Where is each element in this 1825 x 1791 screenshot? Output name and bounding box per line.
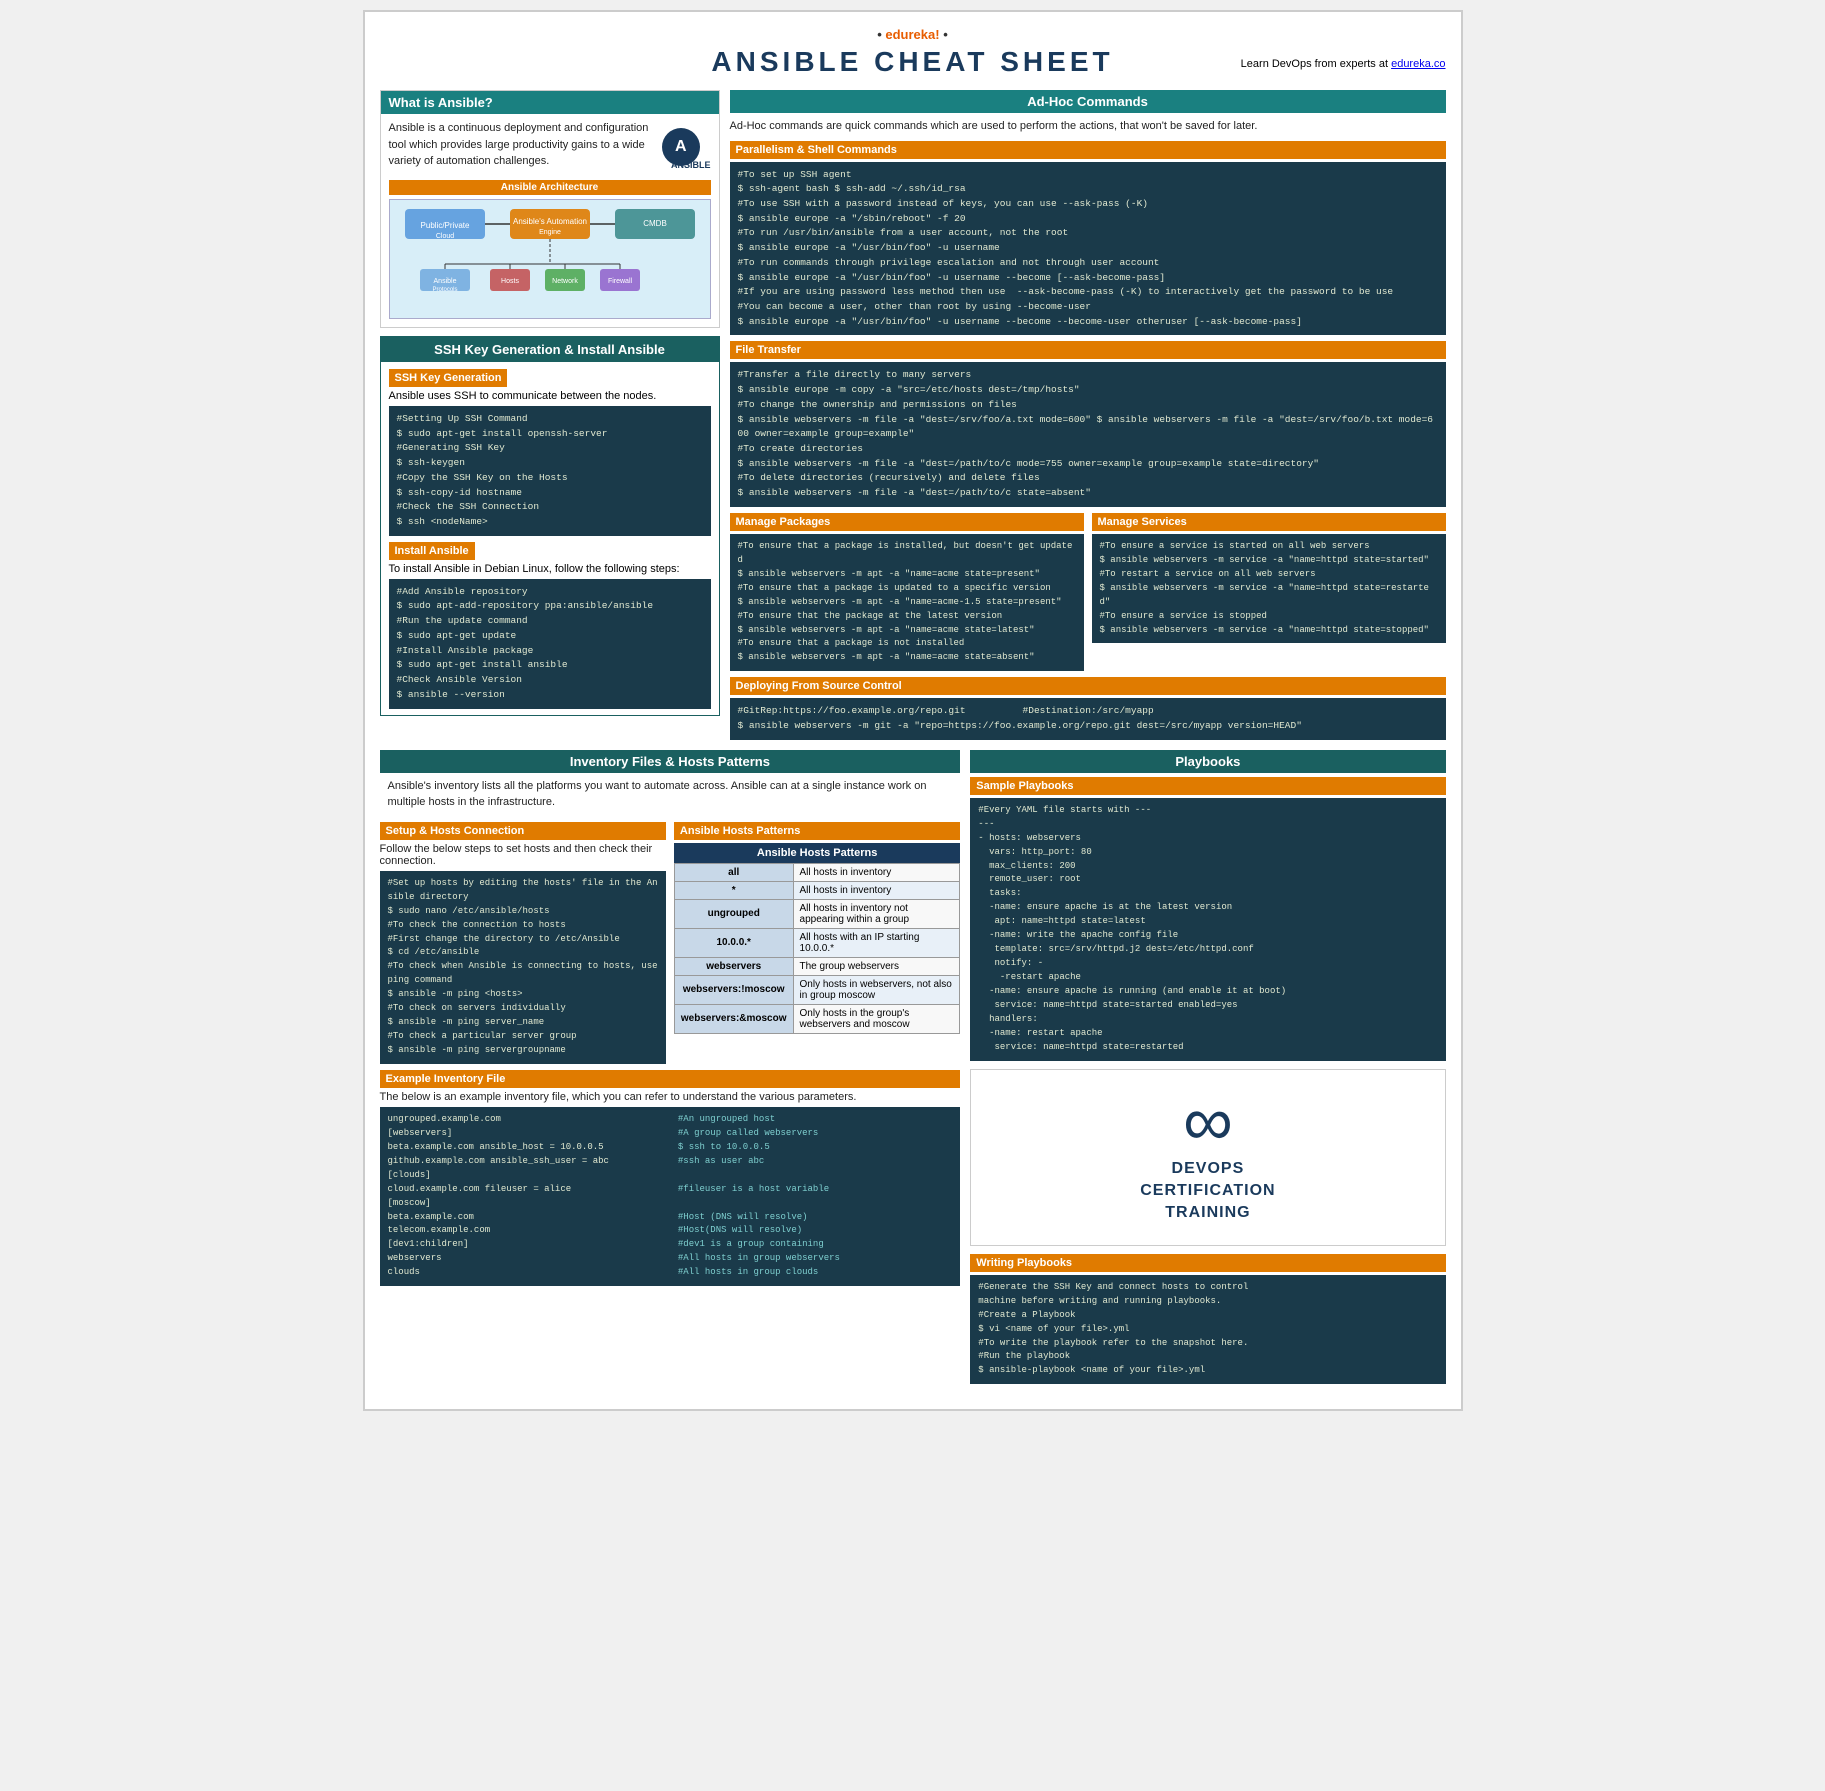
svg-text:Protocols: Protocols <box>432 287 457 293</box>
setup-desc: Follow the below steps to set hosts and … <box>380 840 666 871</box>
file-transfer-header: File Transfer <box>730 341 1446 359</box>
parallelism-code: #To set up SSH agent $ ssh-agent bash $ … <box>730 162 1446 336</box>
svg-text:Hosts: Hosts <box>501 278 519 285</box>
site-link[interactable]: edureka.co <box>1391 58 1445 70</box>
install-code: #Add Ansible repository $ sudo apt-add-r… <box>389 579 711 709</box>
infinity-symbol: ∞ <box>1183 1090 1233 1153</box>
manage-pkg-header: Manage Packages <box>730 513 1084 531</box>
adhoc-header: Ad-Hoc Commands <box>730 90 1446 113</box>
pattern-cell: ungrouped <box>674 899 793 928</box>
desc-cell: All hosts in inventory not appearing wit… <box>793 899 960 928</box>
inventory-header: Inventory Files & Hosts Patterns <box>380 750 961 773</box>
desc-cell: All hosts in inventory <box>793 863 960 881</box>
table-row: webservers:&moscowOnly hosts in the grou… <box>674 1004 959 1033</box>
writing-playbooks: Writing Playbooks #Generate the SSH Key … <box>970 1254 1445 1385</box>
install-header: Install Ansible <box>389 542 475 560</box>
desc-cell: The group webservers <box>793 957 960 975</box>
example-inv-header: Example Inventory File <box>380 1070 961 1088</box>
svg-text:Ansible's Automation: Ansible's Automation <box>512 217 586 226</box>
ssh-gen-code: #Setting Up SSH Command $ sudo apt-get i… <box>389 406 711 536</box>
example-inv-section: Example Inventory File The below is an e… <box>380 1070 961 1286</box>
pattern-cell: 10.0.0.* <box>674 928 793 957</box>
ssh-gen-desc: Ansible uses SSH to communicate between … <box>389 390 711 402</box>
ansible-logo: A <box>662 128 700 166</box>
adhoc-desc: Ad-Hoc commands are quick commands which… <box>730 113 1446 141</box>
inv-right-code: #An ungrouped host #A group called webse… <box>670 1107 960 1286</box>
inv-left-code: ungrouped.example.com [webservers] beta.… <box>380 1107 670 1286</box>
pattern-cell: webservers <box>674 957 793 975</box>
example-inv-desc: The below is an example inventory file, … <box>380 1088 961 1107</box>
arch-header: Ansible Architecture <box>389 180 711 195</box>
example-inv-code: ungrouped.example.com [webservers] beta.… <box>380 1107 961 1286</box>
table-row: allAll hosts in inventory <box>674 863 959 881</box>
pattern-cell: all <box>674 863 793 881</box>
sample-pb-code: #Every YAML file starts with --- --- - h… <box>970 798 1445 1061</box>
brand-header: • edureka! • <box>380 27 1446 42</box>
file-transfer-code: #Transfer a file directly to many server… <box>730 362 1446 506</box>
setup-code: #Set up hosts by editing the hosts' file… <box>380 871 666 1064</box>
manage-svc-code: #To ensure a service is started on all w… <box>1092 534 1446 644</box>
ssh-gen-header: SSH Key Generation <box>389 369 508 387</box>
devops-cert-section: ∞ DEVOPS CERTIFICATION TRAINING <box>970 1069 1445 1246</box>
ssh-section-title: SSH Key Generation & Install Ansible <box>381 337 719 362</box>
hosts-patterns-table: Ansible Hosts Patterns allAll hosts in i… <box>674 843 960 1034</box>
deploy-header: Deploying From Source Control <box>730 677 1446 695</box>
setup-hosts-section: Setup & Hosts Connection Follow the belo… <box>380 822 666 1064</box>
ssh-inner: SSH Key Generation Ansible uses SSH to c… <box>381 362 719 715</box>
what-is-ansible-box: What is Ansible? Ansible is a continuous… <box>380 90 720 328</box>
inventory-section: Inventory Files & Hosts Patterns Ansible… <box>380 750 961 1385</box>
manage-services-col: Manage Services #To ensure a service is … <box>1092 513 1446 671</box>
architecture-diagram: Public/Private Cloud Ansible's Automatio… <box>389 199 711 319</box>
svg-text:Engine: Engine <box>539 229 561 236</box>
desc-cell: All hosts with an IP starting 10.0.0.* <box>793 928 960 957</box>
table-row: webservers:!moscowOnly hosts in webserve… <box>674 975 959 1004</box>
manage-svc-header: Manage Services <box>1092 513 1446 531</box>
hosts-patterns-section: Ansible Hosts Patterns Ansible Hosts Pat… <box>674 822 960 1064</box>
desc-cell: Only hosts in webservers, not also in gr… <box>793 975 960 1004</box>
sample-playbooks: Sample Playbooks #Every YAML file starts… <box>970 777 1445 1061</box>
desc-cell: Only hosts in the group's webservers and… <box>793 1004 960 1033</box>
cert-title: DEVOPS CERTIFICATION TRAINING <box>1140 1158 1275 1225</box>
manage-pkg-code: #To ensure that a package is installed, … <box>730 534 1084 671</box>
install-desc: To install Ansible in Debian Linux, foll… <box>389 563 711 575</box>
parallelism-header: Parallelism & Shell Commands <box>730 141 1446 159</box>
table-row: 10.0.0.*All hosts with an IP starting 10… <box>674 928 959 957</box>
brand-name: edureka! <box>885 27 939 42</box>
right-column: Ad-Hoc Commands Ad-Hoc commands are quic… <box>730 90 1446 740</box>
setup-hosts-header: Setup & Hosts Connection <box>380 822 666 840</box>
page-title: ANSIBLE CHEAT SHEET <box>711 46 1113 78</box>
playbooks-section: Playbooks Sample Playbooks #Every YAML f… <box>970 750 1445 1385</box>
svg-text:Network: Network <box>552 278 578 285</box>
svg-text:Firewall: Firewall <box>607 278 632 285</box>
table-title: Ansible Hosts Patterns <box>674 843 959 864</box>
hosts-patterns-header: Ansible Hosts Patterns <box>674 822 960 840</box>
pattern-cell: webservers:!moscow <box>674 975 793 1004</box>
writing-pb-code: #Generate the SSH Key and connect hosts … <box>970 1275 1445 1385</box>
playbooks-header: Playbooks <box>970 750 1445 773</box>
pattern-cell: webservers:&moscow <box>674 1004 793 1033</box>
ansible-description: Ansible is a continuous deployment and c… <box>389 120 663 170</box>
table-row: ungroupedAll hosts in inventory not appe… <box>674 899 959 928</box>
what-is-ansible-header: What is Ansible? <box>381 91 719 114</box>
desc-cell: All hosts in inventory <box>793 881 960 899</box>
svg-text:Public/Private: Public/Private <box>420 221 469 230</box>
table-row: webserversThe group webservers <box>674 957 959 975</box>
deploy-code: #GitRep:https://foo.example.org/repo.git… <box>730 698 1446 739</box>
main-page: • edureka! • ANSIBLE CHEAT SHEET Learn D… <box>363 10 1463 1411</box>
svg-text:Cloud: Cloud <box>435 233 453 240</box>
svg-text:Ansible: Ansible <box>433 278 456 285</box>
manage-packages-col: Manage Packages #To ensure that a packag… <box>730 513 1084 671</box>
pattern-cell: * <box>674 881 793 899</box>
sample-pb-header: Sample Playbooks <box>970 777 1445 795</box>
table-row: *All hosts in inventory <box>674 881 959 899</box>
tagline: Learn DevOps from experts at edureka.co <box>1114 58 1446 70</box>
inventory-desc: Ansible's inventory lists all the platfo… <box>380 773 961 816</box>
svg-text:CMDB: CMDB <box>643 219 667 228</box>
writing-pb-header: Writing Playbooks <box>970 1254 1445 1272</box>
ssh-section: SSH Key Generation & Install Ansible SSH… <box>380 336 720 716</box>
left-column: What is Ansible? Ansible is a continuous… <box>380 90 720 740</box>
